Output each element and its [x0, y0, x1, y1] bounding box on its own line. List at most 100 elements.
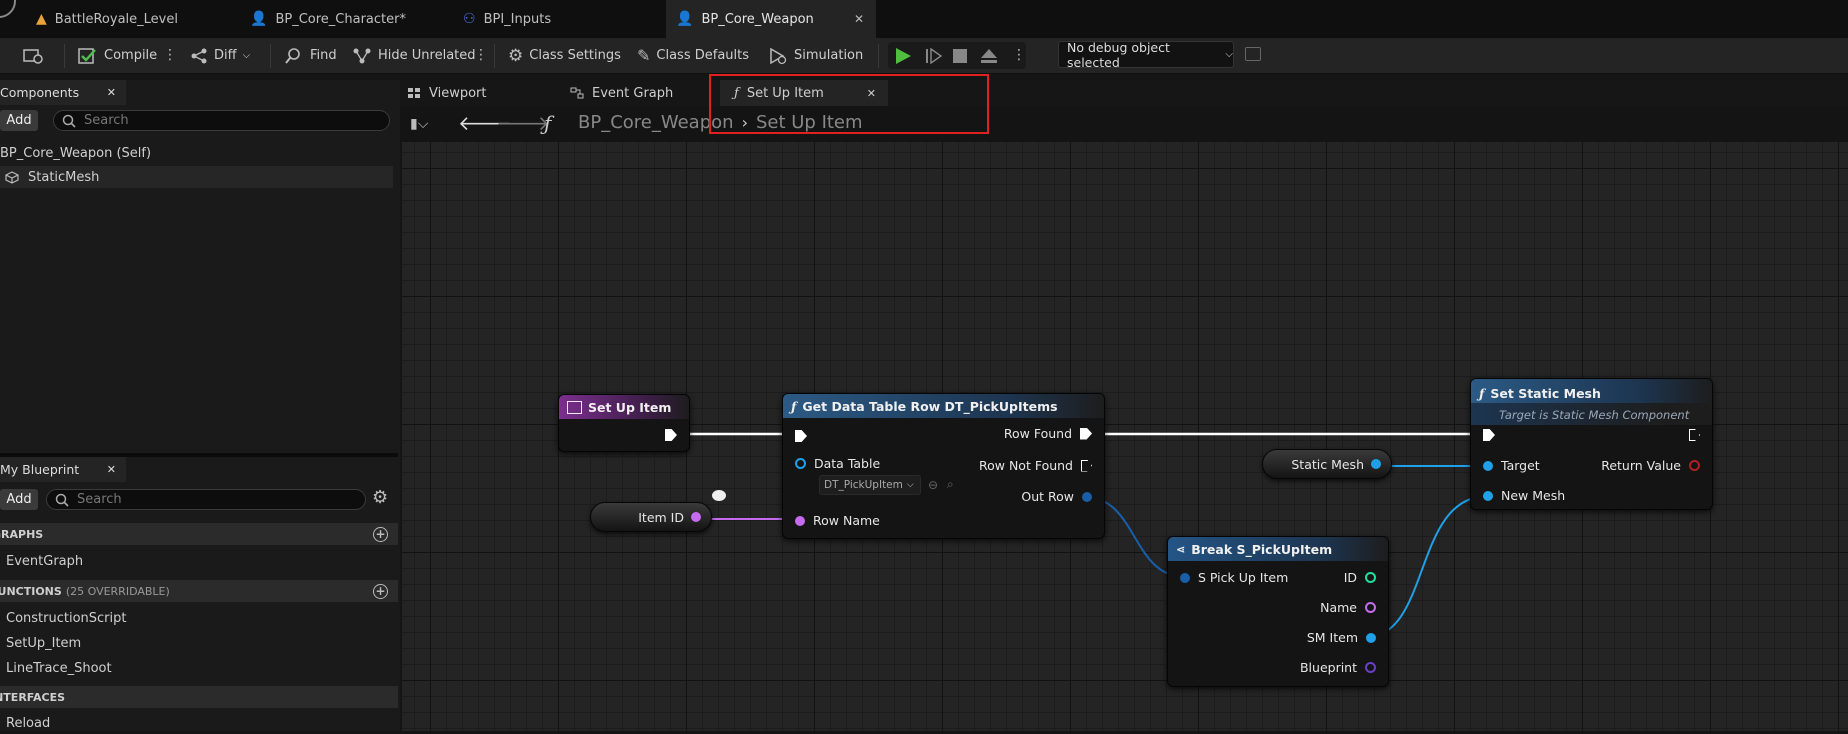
hide-unrelated-button[interactable]: Hide Unrelated	[352, 38, 476, 73]
hide-unrelated-icon	[353, 48, 371, 63]
function-item-constructionscript[interactable]: ConstructionScript	[0, 607, 126, 629]
components-search-input[interactable]: Search	[53, 110, 390, 131]
node-title: Break S_PickUpItem	[1191, 541, 1333, 557]
class-defaults-button[interactable]: ✎ Class Defaults	[637, 38, 749, 73]
add-function-icon[interactable]: +	[373, 583, 388, 599]
data-table-select[interactable]: DT_PickUpItem ⌵	[819, 475, 921, 495]
find-button[interactable]: Find	[284, 38, 337, 73]
static-mesh-variable-node[interactable]: Static Mesh	[1262, 449, 1392, 479]
new-mesh-pin[interactable]: New Mesh	[1483, 488, 1565, 503]
add-graph-icon[interactable]: +	[373, 526, 388, 542]
doc-tab-battleroyale-level[interactable]: ▲ BattleRoyale_Level	[36, 0, 236, 38]
break-struct-node[interactable]: ⋖ Break S_PickUpItem S Pick Up Item ID N…	[1167, 536, 1389, 687]
set-static-mesh-node[interactable]: ƒ Set Static Mesh Target is Static Mesh …	[1470, 378, 1713, 510]
exec-in-pin[interactable]	[1483, 429, 1495, 441]
doc-tab-label: BP_Core_Character*	[275, 11, 406, 27]
node-header: ƒ Get Data Table Row DT_PickUpItems	[783, 394, 1104, 418]
pin-label: SM Item	[1306, 630, 1358, 645]
function-item-setup-item[interactable]: SetUp_Item	[0, 632, 81, 654]
exec-in-pin[interactable]	[795, 430, 807, 442]
interfaces-section-header[interactable]: INTERFACES	[0, 686, 398, 708]
tab-viewport[interactable]: Viewport	[407, 80, 567, 106]
node-title: Set Static Mesh	[1490, 385, 1601, 401]
doc-tab-label: BPI_Inputs	[483, 11, 552, 27]
graph-item-eventgraph[interactable]: EventGraph	[0, 550, 83, 572]
node-header: Set Up Item	[559, 395, 689, 419]
browse-asset-icon[interactable]: ⊖	[928, 478, 938, 492]
class-settings-button[interactable]: ⚙ Class Settings	[508, 38, 621, 73]
pin-icon	[795, 458, 806, 469]
target-pin[interactable]: Target	[1483, 458, 1540, 473]
pin-label: ID	[1343, 570, 1357, 585]
debug-filter-icon[interactable]	[1245, 47, 1261, 61]
components-panel-header: Components ✕	[0, 80, 126, 105]
node-title: Set Up Item	[588, 399, 672, 415]
name-pin[interactable]: Name	[1320, 600, 1376, 615]
add-component-button[interactable]: Add	[0, 110, 38, 131]
debug-object-dropdown[interactable]: No debug object selected ⌵	[1058, 40, 1234, 70]
row-found-pin[interactable]: Row Found	[1004, 426, 1092, 441]
diff-button[interactable]: Diff ⌵	[190, 38, 250, 73]
component-label: BP_Core_Weapon (Self)	[0, 145, 152, 161]
graph-canvas[interactable]: Set Up Item ƒ Get Data Table Row DT_Pick…	[402, 142, 1848, 731]
close-icon[interactable]: ✕	[854, 12, 864, 26]
close-icon[interactable]: ✕	[107, 463, 116, 476]
settings-gear-icon[interactable]: ⚙	[372, 487, 388, 508]
pin-label: Target	[1501, 458, 1540, 473]
doc-tab-label: BattleRoyale_Level	[54, 11, 178, 27]
blueprint-pin[interactable]: Blueprint	[1300, 660, 1376, 675]
play-icon[interactable]	[896, 48, 911, 64]
functions-section-header[interactable]: FUNCTIONS (25 OVERRIDABLE) +	[0, 580, 398, 602]
doc-tab-bp-core-weapon[interactable]: 👤 BP_Core_Weapon ✕	[666, 0, 876, 38]
out-row-pin[interactable]: Out Row	[1021, 489, 1092, 504]
search-placeholder: Search	[84, 113, 129, 128]
exec-out-pin[interactable]	[665, 429, 677, 441]
component-staticmesh[interactable]: StaticMesh	[0, 166, 393, 188]
s-pick-up-item-pin[interactable]: S Pick Up Item	[1180, 570, 1288, 585]
tab-label: Event Graph	[592, 85, 674, 101]
forward-arrow-icon[interactable]: 🡒	[496, 111, 550, 135]
pin-label: Name	[1320, 600, 1357, 615]
gear-icon: ⚙	[508, 45, 524, 66]
my-blueprint-panel-header: My Blueprint ✕	[0, 457, 126, 482]
get-data-table-row-node[interactable]: ƒ Get Data Table Row DT_PickUpItems Row …	[782, 393, 1105, 539]
doc-tab-bpi-inputs[interactable]: ⚇ BPI_Inputs	[463, 0, 663, 38]
data-table-pin[interactable]: Data Table	[795, 456, 880, 471]
row-name-pin[interactable]: Row Name	[795, 513, 880, 528]
find-label: Find	[310, 48, 337, 63]
simulation-button[interactable]: Simulation	[768, 38, 863, 73]
function-label: SetUp_Item	[6, 635, 82, 651]
add-member-button[interactable]: Add	[0, 489, 38, 510]
eject-icon[interactable]	[980, 47, 998, 69]
close-icon[interactable]: ✕	[107, 86, 116, 99]
node-header: ⋖ Break S_PickUpItem	[1168, 537, 1388, 561]
my-blueprint-search-input[interactable]: Search	[46, 489, 366, 510]
eject-shape-icon	[981, 49, 997, 63]
add-label: Add	[6, 113, 32, 128]
compile-button[interactable]: Compile	[78, 38, 157, 73]
return-value-pin[interactable]: Return Value	[1601, 458, 1700, 473]
item-id-variable-node[interactable]: Item ID	[590, 502, 712, 532]
graphs-section-header[interactable]: GRAPHS +	[0, 523, 398, 545]
bookmark-icon[interactable]: ▮⌵	[410, 116, 428, 132]
exec-out-pin[interactable]	[1689, 429, 1700, 441]
hide-unrelated-options-icon[interactable]: ⋮	[474, 46, 488, 64]
search-asset-icon[interactable]: ⌕	[947, 477, 954, 492]
pin-icon	[795, 515, 805, 526]
tab-event-graph[interactable]: Event Graph	[570, 80, 710, 106]
function-entry-node[interactable]: Set Up Item	[558, 394, 690, 452]
stop-icon[interactable]	[953, 49, 967, 63]
pin-icon	[1082, 491, 1092, 502]
comment-bubble-icon[interactable]	[712, 490, 726, 501]
component-self[interactable]: BP_Core_Weapon (Self)	[0, 142, 396, 164]
sm-item-pin[interactable]: SM Item	[1307, 630, 1376, 645]
browse-button[interactable]	[22, 38, 44, 73]
id-pin[interactable]: ID	[1344, 570, 1376, 585]
doc-tab-bp-core-character[interactable]: 👤 BP_Core_Character*	[250, 0, 450, 38]
function-item-linetrace-shoot[interactable]: LineTrace_Shoot	[0, 657, 112, 679]
step-icon[interactable]	[925, 47, 943, 68]
compile-options-icon[interactable]: ⋮	[163, 46, 177, 64]
pin-label: Row Not Found	[978, 458, 1073, 473]
row-not-found-pin[interactable]: Row Not Found	[979, 458, 1092, 473]
play-options-icon[interactable]: ⋮	[1012, 46, 1026, 64]
